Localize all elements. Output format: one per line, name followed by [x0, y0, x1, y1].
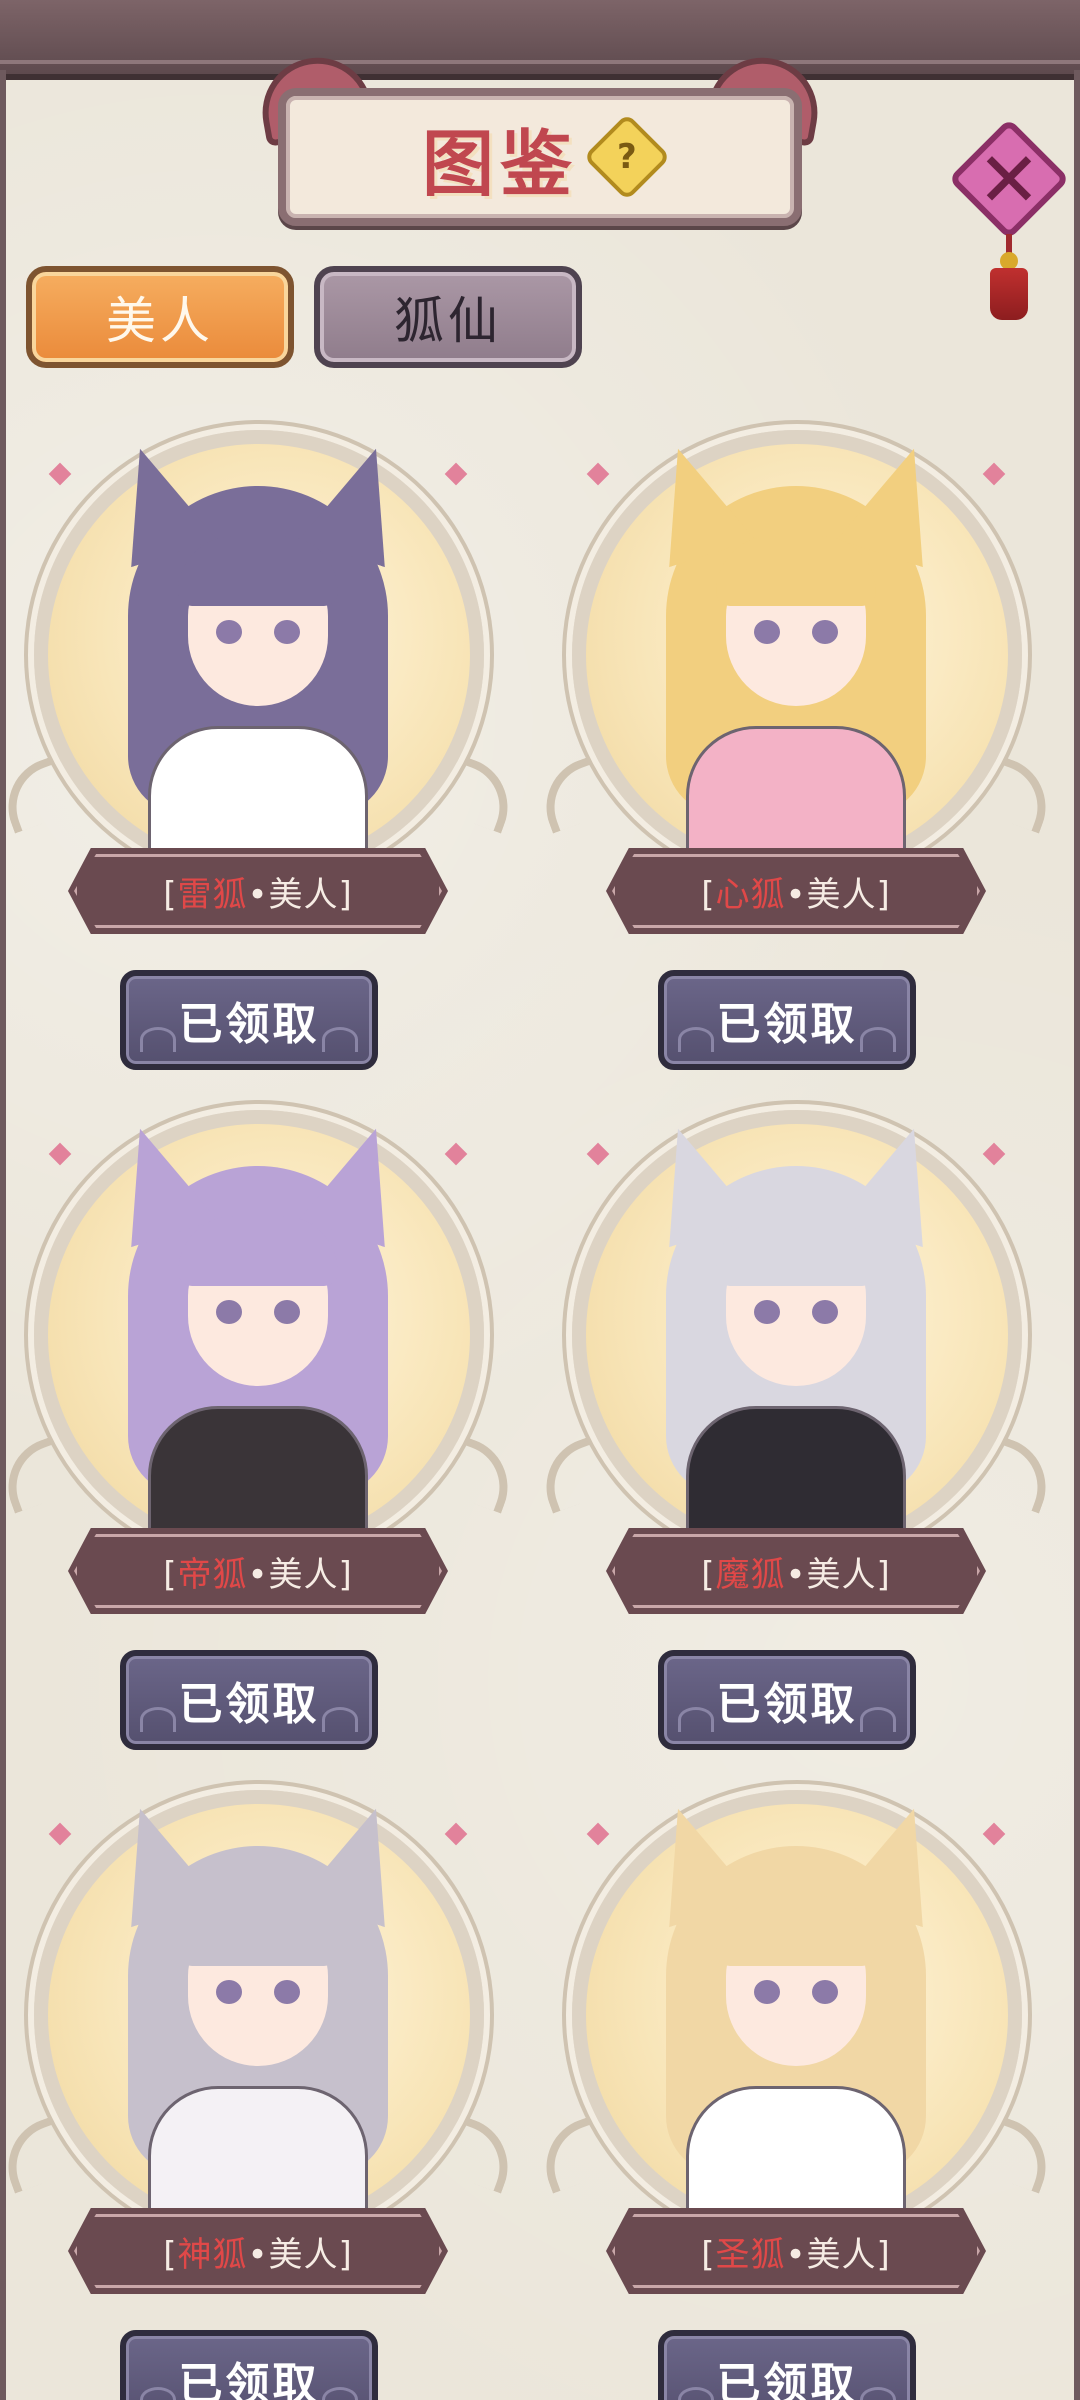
name-suffix: •美人 — [247, 1554, 339, 1595]
character-name: [心狐•美人] — [701, 874, 891, 915]
banner-gem-right — [444, 1142, 468, 1166]
claimed-button[interactable]: 已领取 — [120, 2330, 378, 2400]
name-banner: [心狐•美人] — [606, 848, 986, 934]
banner-gem-left — [48, 1822, 72, 1846]
banner-gem-right — [982, 462, 1006, 486]
eye-right — [812, 1300, 838, 1324]
character-card[interactable]: [神狐•美人] 已领取 — [0, 1790, 522, 2400]
claimed-button[interactable]: 已领取 — [658, 1650, 916, 1750]
banner-gem-right — [982, 1142, 1006, 1166]
banner-gem-right — [444, 462, 468, 486]
name-prefix: 雷狐 — [177, 874, 248, 915]
eye-left — [216, 1300, 242, 1324]
banner-gem-left — [48, 462, 72, 486]
character-name: [帝狐•美人] — [163, 1554, 353, 1595]
page-title: 图鉴 — [421, 120, 578, 206]
frame-left — [0, 70, 6, 2400]
banner-gem-right — [982, 1822, 1006, 1846]
name-banner: [神狐•美人] — [68, 2208, 448, 2294]
eye-left — [754, 620, 780, 644]
character-portrait — [626, 1126, 966, 1556]
name-banner: [圣狐•美人] — [606, 2208, 986, 2294]
character-card[interactable]: [心狐•美人] 已领取 — [532, 430, 1060, 1070]
help-icon[interactable]: ? — [583, 113, 671, 201]
name-banner: [帝狐•美人] — [68, 1528, 448, 1614]
name-suffix: •美人 — [785, 1554, 877, 1595]
name-prefix: 心狐 — [715, 874, 786, 915]
name-suffix: •美人 — [247, 2234, 339, 2275]
banner-gem-left — [586, 1822, 610, 1846]
character-card[interactable]: [帝狐•美人] 已领取 — [0, 1110, 522, 1750]
name-suffix: •美人 — [247, 874, 339, 915]
character-portrait — [88, 1126, 428, 1556]
claimed-button[interactable]: 已领取 — [658, 970, 916, 1070]
character-portrait — [626, 446, 966, 876]
eye-left — [216, 1980, 242, 2004]
help-icon-glyph: ? — [617, 136, 637, 177]
character-card[interactable]: [圣狐•美人] 已领取 — [532, 1790, 1060, 2400]
banner-gem-right — [444, 1822, 468, 1846]
character-fringe — [178, 1896, 338, 1966]
character-card[interactable]: [魔狐•美人] 已领取 — [532, 1110, 1060, 1750]
name-prefix: 魔狐 — [715, 1554, 786, 1595]
name-prefix: 圣狐 — [715, 2234, 786, 2275]
tassel-icon — [990, 268, 1028, 320]
character-name: [圣狐•美人] — [701, 2234, 891, 2275]
character-name: [雷狐•美人] — [163, 874, 353, 915]
close-button[interactable]: ✕ — [948, 118, 1072, 322]
character-fringe — [178, 1216, 338, 1286]
character-fringe — [716, 1216, 876, 1286]
eye-right — [812, 620, 838, 644]
character-fringe — [178, 536, 338, 606]
banner-gem-left — [586, 462, 610, 486]
tab-beauty[interactable]: 美人 — [26, 266, 294, 368]
character-fringe — [716, 1896, 876, 1966]
claimed-button[interactable]: 已领取 — [658, 2330, 916, 2400]
character-portrait — [626, 1806, 966, 2236]
eye-right — [274, 1980, 300, 2004]
character-portrait — [88, 446, 428, 876]
title-plaque: 图鉴 ? — [278, 88, 802, 226]
character-card[interactable]: [雷狐•美人] 已领取 — [0, 430, 522, 1070]
eye-left — [754, 1980, 780, 2004]
name-banner: [雷狐•美人] — [68, 848, 448, 934]
name-prefix: 神狐 — [177, 2234, 248, 2275]
name-prefix: 帝狐 — [177, 1554, 248, 1595]
eye-left — [216, 620, 242, 644]
banner-gem-left — [48, 1142, 72, 1166]
character-name: [魔狐•美人] — [701, 1554, 891, 1595]
claimed-button[interactable]: 已领取 — [120, 1650, 378, 1750]
name-suffix: •美人 — [785, 2234, 877, 2275]
eye-right — [274, 620, 300, 644]
frame-right — [1074, 70, 1080, 2400]
tab-fox-immortal[interactable]: 狐仙 — [314, 266, 582, 368]
banner-gem-left — [586, 1142, 610, 1166]
eye-left — [754, 1300, 780, 1324]
name-banner: [魔狐•美人] — [606, 1528, 986, 1614]
character-name: [神狐•美人] — [163, 2234, 353, 2275]
close-icon: ✕ — [977, 134, 1041, 224]
name-suffix: •美人 — [785, 874, 877, 915]
claimed-button[interactable]: 已领取 — [120, 970, 378, 1070]
character-fringe — [716, 536, 876, 606]
roof-bar — [0, 0, 1080, 80]
character-portrait — [88, 1806, 428, 2236]
eye-right — [812, 1980, 838, 2004]
eye-right — [274, 1300, 300, 1324]
